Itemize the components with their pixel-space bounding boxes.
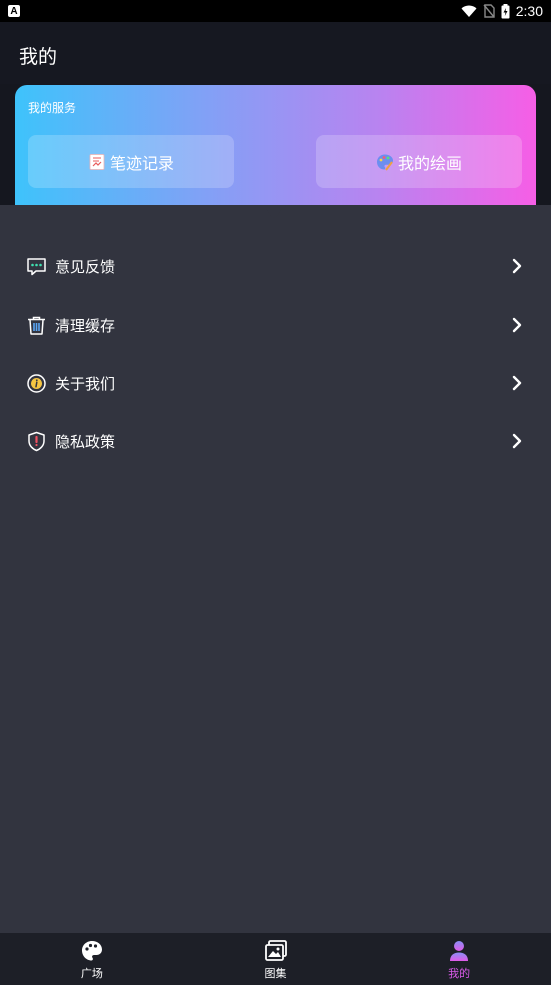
my-paintings-button[interactable]: 我的绘画 (316, 135, 522, 188)
shield-icon (28, 431, 45, 451)
chevron-right-icon (512, 375, 522, 391)
menu-item-about-us[interactable]: 关于我们 (0, 360, 551, 406)
menu-item-label: 隐私政策 (55, 432, 116, 451)
gallery-icon (264, 940, 287, 961)
nav-tab-label: 图集 (264, 967, 287, 980)
nav-tab-gallery[interactable]: 图集 (184, 933, 368, 985)
status-bar: A 2:30 (0, 0, 551, 22)
note-icon (89, 153, 105, 170)
my-paintings-label: 我的绘画 (397, 153, 462, 173)
nav-tab-mine[interactable]: 我的 (367, 933, 551, 985)
no-sim-icon (483, 4, 495, 18)
feedback-icon (27, 257, 46, 275)
menu-item-label: 清理缓存 (55, 316, 116, 335)
trash-icon (28, 316, 45, 335)
chevron-right-icon (512, 317, 522, 333)
palette-icon (81, 941, 102, 961)
menu-item-privacy-policy[interactable]: 隐私政策 (0, 418, 551, 464)
panel-notch (252, 205, 296, 219)
menu-item-label: 意见反馈 (55, 257, 116, 276)
menu-item-clear-cache[interactable]: 清理缓存 (0, 302, 551, 348)
page-title: 我的 (19, 46, 58, 68)
page-header: 我的 (0, 22, 551, 84)
handwriting-record-label: 笔迹记录 (109, 153, 174, 173)
chevron-right-icon (512, 258, 522, 274)
notification-a-icon: A (8, 5, 20, 17)
nav-tab-label: 广场 (80, 967, 103, 980)
wifi-icon (461, 5, 477, 17)
chevron-right-icon (512, 433, 522, 449)
clock: 2:30 (515, 3, 543, 19)
nav-tab-label: 我的 (448, 967, 471, 980)
palette-icon (376, 154, 393, 171)
nav-tab-plaza[interactable]: 广场 (0, 933, 184, 985)
info-icon (27, 373, 46, 393)
services-label: 我的服务 (28, 101, 77, 115)
battery-icon (501, 3, 510, 18)
handwriting-record-button[interactable]: 笔迹记录 (28, 135, 234, 188)
user-icon (450, 941, 469, 961)
bottom-nav: 广场 图集 我的 (0, 933, 551, 985)
menu-item-label: 关于我们 (55, 374, 116, 393)
menu-item-feedback[interactable]: 意见反馈 (0, 243, 551, 289)
